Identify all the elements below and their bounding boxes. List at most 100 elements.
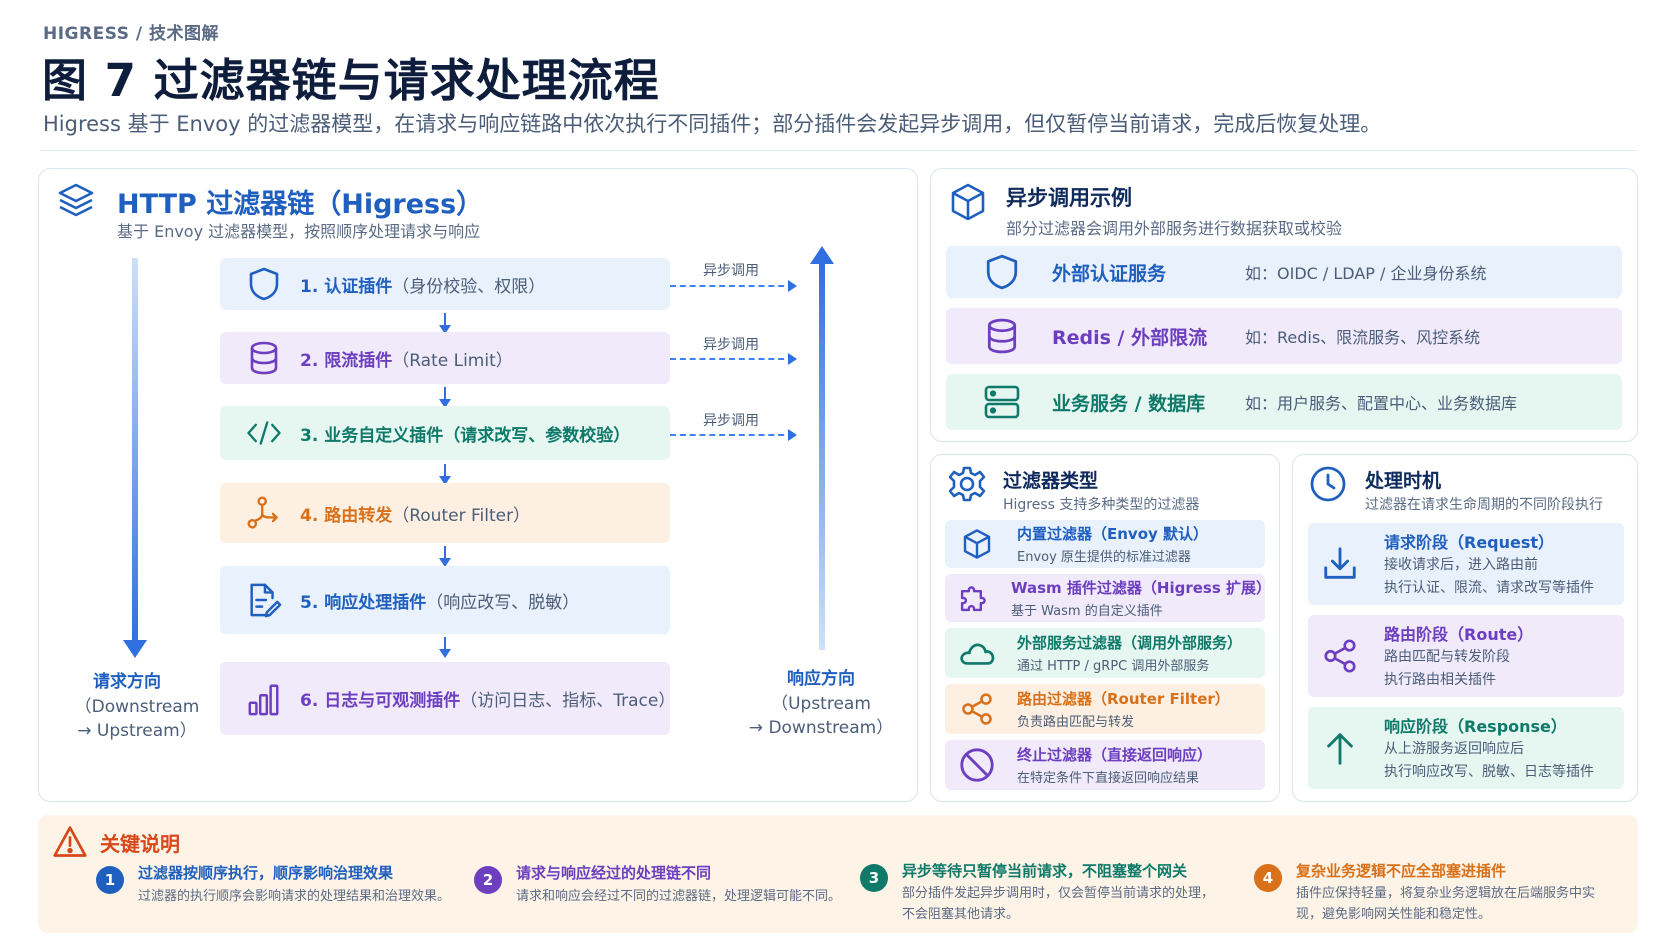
- service-name: Redis / 外部限流: [1052, 326, 1208, 349]
- database-icon: [980, 314, 1024, 358]
- service-row[interactable]: 外部认证服务 如：OIDC / LDAP / 企业身份系统: [946, 246, 1622, 298]
- step-desc: （Router Filter）: [392, 505, 531, 526]
- share-icon: [1320, 636, 1360, 676]
- async-call-arrow: [670, 280, 797, 292]
- phase-card[interactable]: 请求阶段（Request） 接收请求后，进入路由前执行认证、限流、请求改写等插件: [1308, 523, 1624, 605]
- filter-type-desc: Envoy 原生提供的标准过滤器: [1017, 550, 1191, 565]
- phase-name: 请求阶段（Request）: [1384, 533, 1555, 552]
- code-icon: [246, 415, 282, 451]
- request-direction-line1: （Downstream: [74, 697, 200, 717]
- async-call-label: 异步调用: [703, 263, 759, 279]
- flow-arrow: [439, 313, 451, 334]
- service-name: 业务服务 / 数据库: [1052, 392, 1206, 415]
- filter-type[interactable]: 终止过滤器（直接返回响应） 在特定条件下直接返回响应结果: [945, 740, 1265, 790]
- chain-step[interactable]: 2. 限流插件 （Rate Limit）: [220, 332, 670, 384]
- page-title: 图 7 过滤器链与请求处理流程: [42, 54, 660, 107]
- phase-desc-line1: 接收请求后，进入路由前: [1384, 557, 1538, 573]
- flow-arrow: [439, 637, 451, 658]
- service-row[interactable]: 业务服务 / 数据库 如：用户服务、配置中心、业务数据库: [946, 374, 1622, 430]
- step-name: 6. 日志与可观测插件: [300, 691, 461, 711]
- chain-subtitle: 基于 Envoy 过滤器模型，按照顺序处理请求与响应: [117, 222, 481, 241]
- flow-arrow: [439, 464, 451, 485]
- service-example: 如：用户服务、配置中心、业务数据库: [1245, 394, 1518, 413]
- divider: [40, 150, 1636, 151]
- phase-desc-line1: 路由匹配与转发阶段: [1384, 649, 1510, 665]
- bar-chart-icon: [246, 681, 282, 717]
- warning-icon: [52, 824, 88, 860]
- chain-step[interactable]: 6. 日志与可观测插件 （访问日志、指标、Trace）: [220, 662, 675, 735]
- note-body: 过滤器的执行顺序会影响请求的处理结果和治理效果。: [138, 889, 451, 904]
- async-call-label: 异步调用: [703, 413, 759, 429]
- chain-step[interactable]: 3. 业务自定义插件（请求改写、参数校验）: [220, 406, 670, 460]
- request-direction-line2: → Upstream）: [77, 721, 197, 741]
- cube-icon: [957, 524, 997, 564]
- filter-type-desc: 在特定条件下直接返回响应结果: [1017, 771, 1200, 786]
- async-call-label: 异步调用: [703, 337, 759, 353]
- filter-type-desc: 通过 HTTP / gRPC 调用外部服务: [1017, 659, 1210, 674]
- filter-type[interactable]: 内置过滤器（Envoy 默认） Envoy 原生提供的标准过滤器: [945, 520, 1265, 568]
- note-heading: 复杂业务逻辑不应全部塞进插件: [1296, 862, 1507, 880]
- phase-card[interactable]: 响应阶段（Response） 从上游服务返回响应后 执行响应改写、脱敏、日志等插件: [1308, 707, 1624, 789]
- phase-name: 路由阶段（Route）: [1384, 625, 1534, 644]
- service-example: 如：OIDC / LDAP / 企业身份系统: [1245, 264, 1487, 283]
- filter-type-name: Wasm 插件过滤器（Higress 扩展）: [1011, 579, 1271, 597]
- filter-type-desc: 基于 Wasm 的自定义插件: [1011, 604, 1163, 619]
- note-body: 插件应保持轻量，将复杂业务逻辑放在后端服务中实现，避免影响网关性能和稳定性。: [1296, 886, 1596, 922]
- page-subtitle: Higress 基于 Envoy 的过滤器模型，在请求与响应链路中依次执行不同插…: [43, 112, 1382, 136]
- step-name: 1. 认证插件: [300, 276, 393, 297]
- step-desc: （Rate Limit）: [392, 350, 513, 371]
- database-icon: [246, 340, 282, 376]
- note-number: 2: [474, 866, 502, 894]
- service-name: 外部认证服务: [1052, 262, 1167, 285]
- download-icon: [1320, 544, 1360, 584]
- request-direction-title: 请求方向: [93, 672, 161, 692]
- puzzle-icon: [957, 578, 991, 618]
- server-icon: [980, 380, 1024, 424]
- note-body: 请求和响应会经过不同的过滤器链，处理逻辑可能不同。: [516, 889, 842, 904]
- timing-title: 处理时机: [1365, 470, 1442, 492]
- shield-icon: [246, 266, 282, 302]
- phase-desc-line2: 执行响应改写、脱敏、日志等插件: [1384, 764, 1594, 780]
- note-heading: 异步等待只暂停当前请求，不阻塞整个网关: [902, 862, 1188, 880]
- filter-type-name: 外部服务过滤器（调用外部服务）: [1017, 634, 1243, 652]
- async-call-arrow: [670, 353, 797, 365]
- layers-icon: [56, 180, 96, 220]
- document-edit-icon: [246, 582, 282, 618]
- filter-type-name: 内置过滤器（Envoy 默认）: [1017, 525, 1209, 543]
- phase-desc-line2: 执行认证、限流、请求改写等插件: [1384, 580, 1594, 596]
- phase-name: 响应阶段（Response）: [1384, 717, 1567, 736]
- chain-step[interactable]: 5. 响应处理插件 （响应改写、脱敏）: [220, 566, 670, 634]
- step-desc: （响应改写、脱敏）: [426, 592, 580, 613]
- step-name: 5. 响应处理插件: [300, 592, 427, 613]
- types-title: 过滤器类型: [1003, 470, 1099, 492]
- async-subtitle: 部分过滤器会调用外部服务进行数据获取或校验: [1006, 219, 1343, 238]
- response-direction-title: 响应方向: [787, 669, 855, 689]
- note-heading: 请求与响应经过的处理链不同: [516, 864, 712, 882]
- filter-type-desc: 负责路由匹配与转发: [1017, 715, 1135, 730]
- response-direction-line1: （Upstream: [771, 694, 871, 714]
- phase-card[interactable]: 路由阶段（Route） 路由匹配与转发阶段 执行路由相关插件: [1308, 615, 1624, 697]
- step-name: 3. 业务自定义插件（请求改写、参数校验）: [300, 425, 631, 446]
- note-number: 3: [860, 864, 888, 892]
- route-icon: [246, 495, 282, 531]
- breadcrumb: HIGRESS / 技术图解: [43, 24, 219, 44]
- filter-type[interactable]: 路由过滤器（Router Filter） 负责路由匹配与转发: [945, 684, 1265, 734]
- clock-icon: [1308, 464, 1348, 504]
- share-icon: [957, 689, 997, 729]
- request-arrow-head: [123, 640, 147, 658]
- step-name: 2. 限流插件: [300, 350, 393, 371]
- chain-title: HTTP 过滤器链（Higress）: [117, 189, 484, 220]
- filter-type[interactable]: 外部服务过滤器（调用外部服务） 通过 HTTP / gRPC 调用外部服务: [945, 628, 1265, 678]
- notes-title: 关键说明: [100, 832, 180, 856]
- service-row[interactable]: Redis / 外部限流 如：Redis、限流服务、风控系统: [946, 308, 1622, 364]
- chain-step[interactable]: 4. 路由转发 （Router Filter）: [220, 483, 670, 543]
- note-body: 部分插件发起异步调用时，仅会暂停当前请求的处理，不会阻塞其他请求。: [902, 886, 1215, 922]
- step-name: 4. 路由转发: [300, 505, 393, 526]
- note-heading: 过滤器按顺序执行，顺序影响治理效果: [138, 864, 394, 882]
- flow-arrow: [439, 546, 451, 567]
- response-arrow-head: [810, 246, 834, 264]
- chain-step[interactable]: 1. 认证插件 （身份校验、权限）: [220, 258, 670, 310]
- async-call-arrow: [670, 429, 797, 441]
- box-icon: [948, 182, 988, 222]
- filter-type[interactable]: Wasm 插件过滤器（Higress 扩展） 基于 Wasm 的自定义插件: [945, 574, 1271, 622]
